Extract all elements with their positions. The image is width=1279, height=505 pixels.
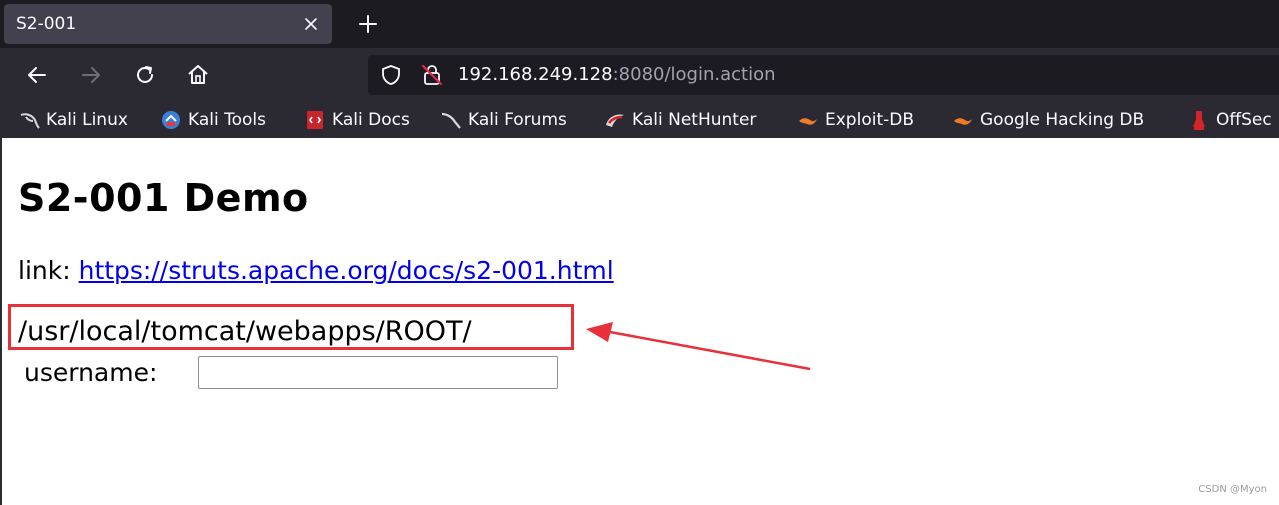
bookmark-kali-nethunter[interactable]: Kali NetHunter [604, 107, 756, 133]
watermark-text: CSDN @Myon⁠ [1198, 484, 1267, 495]
url-text[interactable]: 192.168.249.128:8080/login.action [458, 64, 776, 85]
bookmark-kali-forums[interactable]: Kali Forums [440, 107, 567, 133]
navigation-toolbar: 192.168.249.128:8080/login.action [0, 48, 1279, 102]
insecure-lock-icon[interactable] [420, 63, 444, 87]
url-path: :8080/login.action [612, 64, 776, 85]
kali-tools-icon [162, 111, 180, 129]
reference-link-line: link: https://struts.apache.org/docs/s2-… [18, 256, 614, 285]
close-tab-icon[interactable] [300, 13, 322, 35]
ghdb-icon [954, 118, 972, 125]
url-host: 192.168.249.128 [458, 64, 613, 85]
tracking-protection-shield-icon[interactable] [380, 64, 402, 86]
bookmark-google-hacking-db[interactable]: Google Hacking DB [952, 107, 1144, 133]
back-arrow-icon[interactable] [24, 62, 50, 88]
bookmark-offsec[interactable]: OffSec [1188, 107, 1272, 133]
bookmarks-toolbar: Kali Linux Kali Tools Kali Docs Kali For… [0, 102, 1279, 138]
struts-docs-link[interactable]: https://struts.apache.org/docs/s2-001.ht… [79, 256, 614, 285]
exploit-db-icon [799, 118, 817, 125]
link-prefix-label: link: [18, 256, 71, 285]
annotation-highlight-box [8, 304, 574, 350]
username-input[interactable] [198, 356, 558, 389]
active-tab[interactable]: S2-001 [4, 4, 332, 44]
nethunter-icon [606, 114, 624, 127]
page-title: S2-001 Demo [18, 176, 309, 220]
tab-title: S2-001 [16, 14, 77, 34]
offsec-icon [1193, 111, 1205, 130]
bookmark-exploit-db[interactable]: Exploit-DB [797, 107, 914, 133]
address-bar[interactable]: 192.168.249.128:8080/login.action [368, 55, 1279, 95]
kali-docs-icon [307, 111, 323, 129]
annotation-arrow-icon [586, 322, 811, 371]
home-icon[interactable] [185, 62, 211, 88]
page-content: S2-001 Demo link: https://struts.apache.… [0, 138, 1279, 505]
username-label: username: [24, 358, 158, 387]
bookmark-kali-tools[interactable]: Kali Tools [160, 107, 266, 133]
reload-icon[interactable] [132, 62, 158, 88]
bookmark-kali-docs[interactable]: Kali Docs [304, 107, 410, 133]
bookmark-kali-linux[interactable]: Kali Linux [18, 107, 128, 133]
kali-dragon-icon [20, 113, 40, 129]
new-tab-plus-icon[interactable] [356, 12, 380, 36]
tab-bar: S2-001 [0, 0, 1279, 48]
forward-arrow-icon[interactable] [78, 62, 104, 88]
window-left-edge [0, 138, 2, 505]
kali-forums-icon [441, 112, 461, 129]
